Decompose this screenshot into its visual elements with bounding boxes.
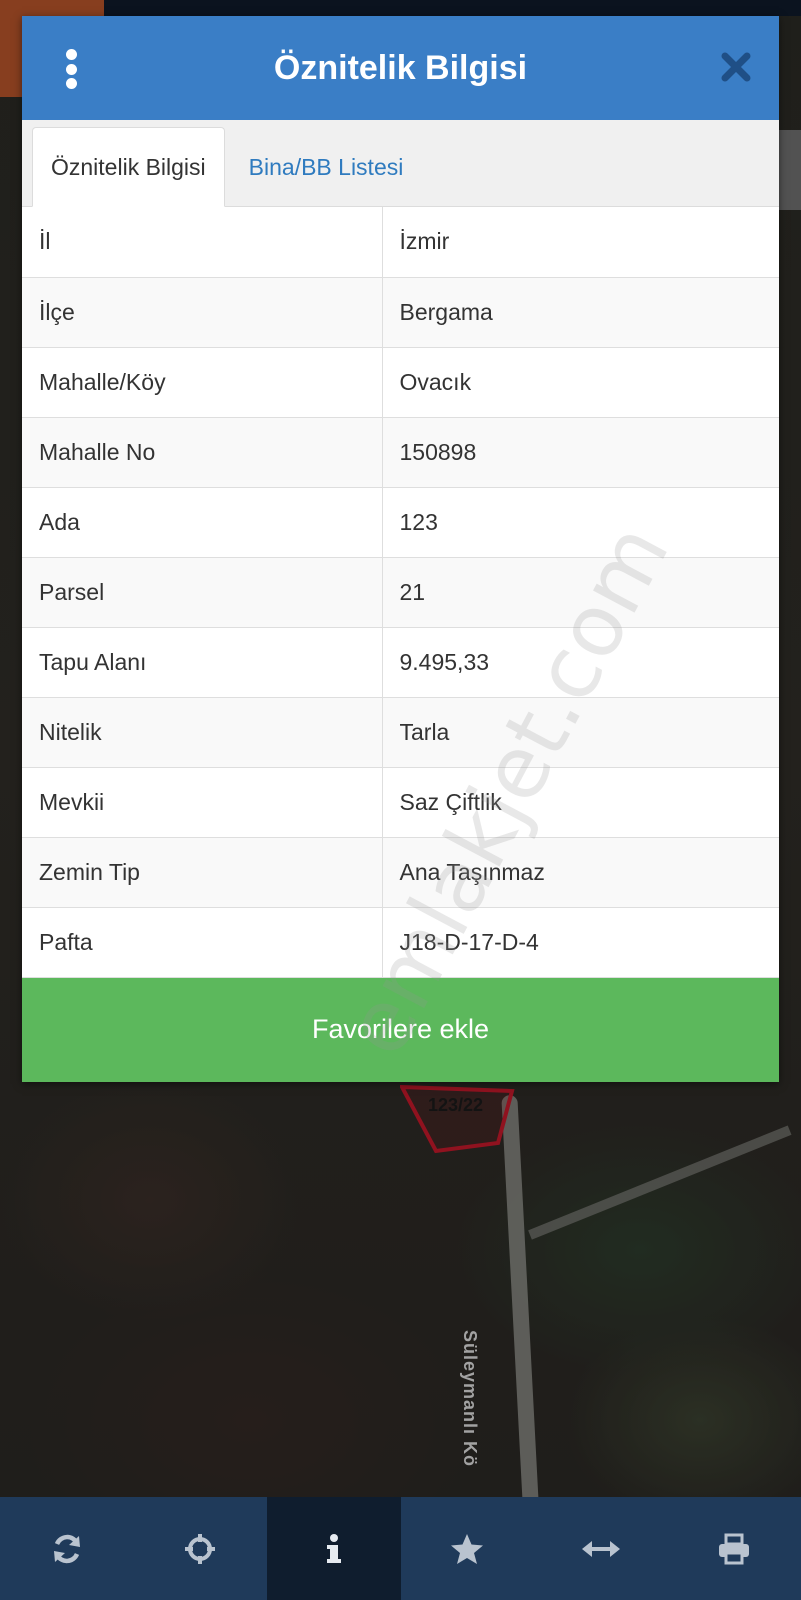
row-key: Parsel [22, 557, 383, 628]
table-row: Ada 123 [22, 487, 779, 558]
row-value: 21 [382, 557, 779, 628]
row-key: Pafta [22, 907, 383, 978]
dialog-title: Öznitelik Bilgisi [273, 48, 528, 87]
table-row: Tapu Alanı 9.495,33 [22, 627, 779, 698]
measure-button[interactable] [534, 1497, 668, 1600]
row-value: Ovacık [382, 347, 779, 418]
tab-building-list[interactable]: Bina/BB Listesi [225, 128, 422, 206]
close-icon[interactable] [719, 50, 753, 84]
row-value: 123 [382, 487, 779, 558]
tab-bar: Öznitelik Bilgisi Bina/BB Listesi [22, 120, 779, 207]
row-value: İzmir [382, 207, 779, 278]
add-to-favorites-button[interactable]: Favorilere ekle [22, 977, 779, 1082]
row-value: 150898 [382, 417, 779, 488]
locate-button[interactable] [134, 1497, 268, 1600]
row-key: Ada [22, 487, 383, 558]
horizontal-arrows-icon [581, 1540, 620, 1557]
bottom-toolbar [0, 1497, 801, 1600]
crosshair-icon [185, 1533, 216, 1564]
table-row: Mahalle/Köy Ovacık [22, 347, 779, 418]
row-key: Zemin Tip [22, 837, 383, 908]
row-value: 9.495,33 [382, 627, 779, 698]
row-key: İlçe [22, 277, 383, 348]
star-icon [451, 1533, 484, 1564]
row-key: İl [22, 207, 383, 278]
print-button[interactable] [668, 1497, 801, 1600]
table-row: İlçe Bergama [22, 277, 779, 348]
row-value: Ana Taşınmaz [382, 837, 779, 908]
table-row: Mahalle No 150898 [22, 417, 779, 488]
row-value: Bergama [382, 277, 779, 348]
table-row: Zemin Tip Ana Taşınmaz [22, 837, 779, 908]
row-value: J18-D-17-D-4 [382, 907, 779, 978]
attribute-dialog: Öznitelik Bilgisi Öznitelik Bilgisi Bina… [22, 16, 779, 1082]
row-key: Mahalle/Köy [22, 347, 383, 418]
info-icon [326, 1533, 341, 1563]
attribute-table: İl İzmir İlçe Bergama Mahalle/Köy Ovacık… [22, 207, 779, 978]
row-key: Nitelik [22, 697, 383, 768]
tab-attribute-info[interactable]: Öznitelik Bilgisi [32, 127, 225, 207]
table-row: Pafta J18-D-17-D-4 [22, 907, 779, 978]
table-row: Parsel 21 [22, 557, 779, 628]
print-icon [719, 1533, 750, 1564]
table-row: Mevkii Saz Çiftlik [22, 767, 779, 838]
more-vertical-icon[interactable] [60, 49, 82, 89]
refresh-icon [53, 1534, 80, 1563]
row-key: Mahalle No [22, 417, 383, 488]
row-key: Tapu Alanı [22, 627, 383, 698]
favorites-button[interactable] [401, 1497, 535, 1600]
info-button[interactable] [267, 1497, 401, 1600]
refresh-button[interactable] [0, 1497, 134, 1600]
dialog-header: Öznitelik Bilgisi [22, 16, 779, 120]
row-value: Tarla [382, 697, 779, 768]
row-value: Saz Çiftlik [382, 767, 779, 838]
table-row: Nitelik Tarla [22, 697, 779, 768]
table-row: İl İzmir [22, 207, 779, 278]
row-key: Mevkii [22, 767, 383, 838]
